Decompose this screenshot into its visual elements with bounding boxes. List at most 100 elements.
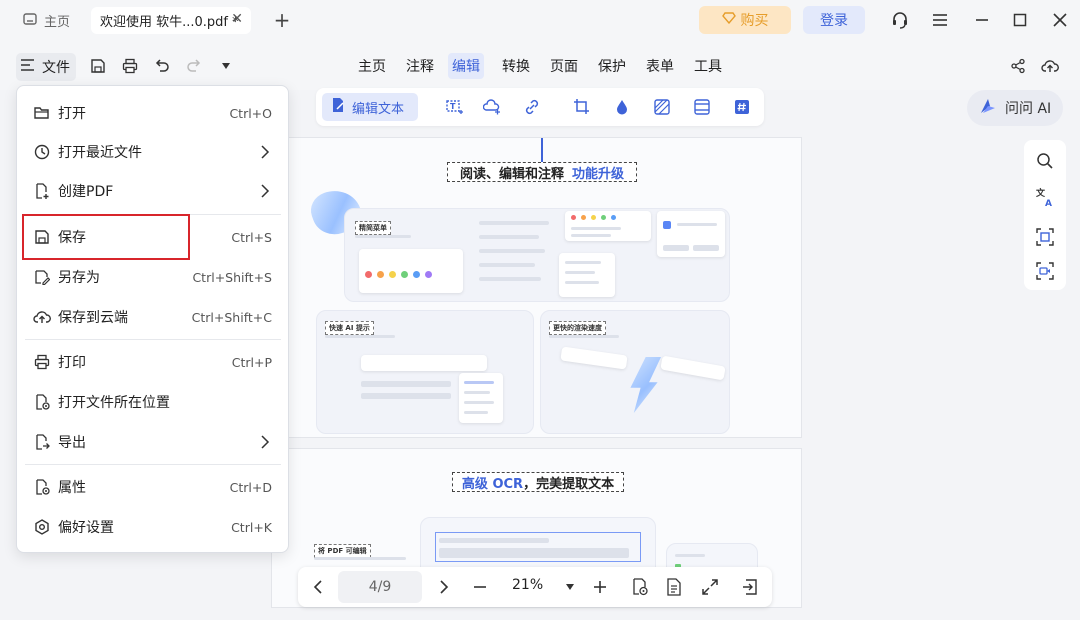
bates-number-icon[interactable]: [732, 97, 752, 117]
screenshot-crop-icon[interactable]: [1034, 226, 1056, 248]
zoom-level[interactable]: 21%: [512, 577, 543, 593]
placeholder-bar: [479, 277, 541, 281]
menu-item-properties[interactable]: 属性 Ctrl+D: [17, 468, 288, 506]
edit-text-button[interactable]: 编辑文本: [322, 93, 418, 121]
zoom-dropdown-icon[interactable]: [560, 577, 580, 597]
ask-ai-button[interactable]: 问问 AI: [967, 90, 1063, 126]
cloud-upload-icon[interactable]: [1040, 56, 1060, 76]
close-tab-icon[interactable]: ✕: [231, 11, 243, 27]
close-window-icon[interactable]: [1048, 8, 1072, 32]
menu-item-create-pdf[interactable]: 创建PDF: [17, 172, 288, 210]
page-navigation-bar: 4/9 21%: [298, 567, 772, 607]
placeholder-bar: [549, 335, 619, 338]
tab-home[interactable]: 主页: [14, 7, 78, 34]
save-as-icon: [33, 268, 51, 286]
reading-mode-icon[interactable]: [630, 577, 650, 597]
file-menu-button[interactable]: 文件: [16, 53, 76, 81]
menu-item-label: 打开文件所在位置: [58, 395, 170, 411]
menu-item-save-to-cloud[interactable]: 保存到云端 Ctrl+Shift+C: [17, 298, 288, 336]
search-icon[interactable]: [1034, 150, 1056, 172]
feature-card-render: 更快的渲染速度: [540, 310, 730, 434]
right-tool-rail: 文A: [1024, 140, 1066, 290]
placeholder-bar: [355, 235, 411, 238]
minimize-icon[interactable]: [970, 8, 994, 32]
placeholder-bar: [479, 235, 539, 239]
menu-item-shortcut: Ctrl+D: [229, 479, 272, 495]
placeholder-bar: [361, 393, 451, 399]
add-text-icon[interactable]: T: [444, 97, 464, 117]
collapse-panel-icon[interactable]: [740, 577, 760, 597]
menu-item-save-as[interactable]: 另存为 Ctrl+Shift+S: [17, 258, 288, 296]
page-heading-highlight: 高级 OCR: [461, 476, 524, 492]
page-heading: 高级 OCR ，完美提取文本: [452, 472, 624, 492]
placeholder-bar: [565, 281, 599, 284]
page-view-icon[interactable]: [664, 577, 684, 597]
save-icon: [33, 228, 51, 246]
cloud-upload-icon: [33, 308, 51, 326]
translate-icon[interactable]: 文A: [1034, 186, 1056, 208]
menu-item-label: 打开: [58, 106, 86, 122]
menu-item-open-recent[interactable]: 打开最近文件: [17, 133, 288, 171]
customize-dropdown-icon[interactable]: [216, 56, 236, 76]
tab-annotate[interactable]: 注释: [402, 53, 438, 79]
zoom-out-icon[interactable]: [470, 577, 490, 597]
tab-protect[interactable]: 保护: [594, 53, 630, 79]
add-link-icon[interactable]: [522, 97, 542, 117]
printer-icon[interactable]: [120, 56, 140, 76]
tab-edit[interactable]: 编辑: [448, 53, 484, 79]
headset-icon[interactable]: [888, 8, 912, 32]
add-tab-button[interactable]: +: [270, 7, 294, 33]
color-dot: [611, 215, 616, 220]
page-number-input[interactable]: 4/9: [338, 571, 422, 603]
buy-button[interactable]: 购买: [699, 6, 791, 34]
mini-context-menu: [559, 253, 615, 297]
undo-icon[interactable]: [152, 56, 172, 76]
share-icon[interactable]: [1008, 56, 1028, 76]
login-button[interactable]: 登录: [803, 6, 865, 34]
screen-record-icon[interactable]: [1034, 260, 1056, 282]
tab-tools[interactable]: 工具: [690, 53, 726, 79]
watermark-icon[interactable]: [612, 97, 632, 117]
menu-item-open-file-location[interactable]: 打开文件所在位置: [17, 383, 288, 421]
document-page[interactable]: 阅读、编辑和注释 功能升级 精简菜单 快速 AI 提示 更快的渲染速度: [271, 137, 802, 438]
placeholder-bar: [675, 554, 705, 557]
tab-form[interactable]: 表单: [642, 53, 678, 79]
tab-home-nav[interactable]: 主页: [354, 53, 390, 79]
menu-item-preferences[interactable]: 偏好设置 Ctrl+K: [17, 508, 288, 546]
hamburger-menu-icon[interactable]: [928, 8, 952, 32]
menu-item-export[interactable]: 导出: [17, 423, 288, 461]
menu-item-shortcut: Ctrl+S: [231, 229, 272, 245]
card-label: 快速 AI 提示: [325, 321, 374, 335]
menu-item-shortcut: Ctrl+K: [231, 519, 272, 535]
crop-page-icon[interactable]: [572, 97, 592, 117]
maximize-icon[interactable]: [1008, 8, 1032, 32]
zoom-in-icon[interactable]: [590, 577, 610, 597]
card-label: 将 PDF 可编辑: [314, 544, 371, 558]
menu-item-open[interactable]: 打开 Ctrl+O: [17, 94, 288, 132]
menu-item-print[interactable]: 打印 Ctrl+P: [17, 343, 288, 381]
tab-page[interactable]: 页面: [546, 53, 582, 79]
next-page-icon[interactable]: [434, 577, 454, 597]
placeholder-bar: [464, 381, 494, 384]
previous-page-icon[interactable]: [308, 577, 328, 597]
background-icon[interactable]: [652, 97, 672, 117]
menu-item-save[interactable]: 保存 Ctrl+S: [17, 218, 288, 256]
header-footer-icon[interactable]: [692, 97, 712, 117]
tab-convert[interactable]: 转换: [498, 53, 534, 79]
menu-item-label: 另存为: [58, 270, 100, 286]
fullscreen-icon[interactable]: [700, 577, 720, 597]
title-bar: 主页 欢迎使用 软牛...0.pdf * ✕ + 购买 登录: [0, 0, 1080, 40]
export-icon: [33, 433, 51, 451]
properties-icon: [33, 478, 51, 496]
redo-icon[interactable]: [184, 56, 204, 76]
mini-toolbar: [361, 355, 487, 371]
add-image-icon[interactable]: [482, 97, 502, 117]
mini-color-panel: [359, 249, 463, 293]
tab-document[interactable]: 欢迎使用 软牛...0.pdf * ✕: [91, 7, 251, 34]
placeholder-bar: [663, 245, 689, 251]
tab-document-label: 欢迎使用 软牛...0.pdf *: [100, 15, 239, 30]
main-toolbar: 文件 主页 注释 编辑 转换 页面 保护 表单 工具: [0, 40, 1080, 90]
page-marker-line: [541, 138, 543, 162]
placeholder-bar: [464, 401, 494, 404]
save-icon[interactable]: [88, 56, 108, 76]
